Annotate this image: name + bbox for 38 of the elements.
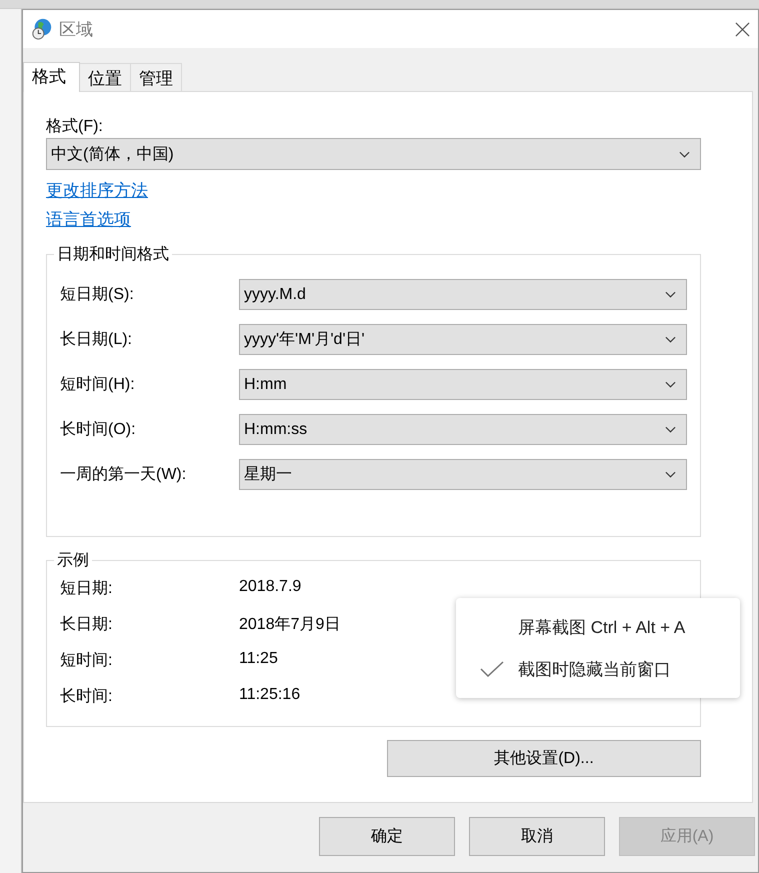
- dropdown[interactable]: H:mm:ss: [239, 414, 687, 445]
- chevron-down-icon: [679, 150, 690, 158]
- link[interactable]: 更改排序方法: [46, 179, 148, 202]
- label: 长日期(L):: [60, 330, 133, 350]
- chevron-down-icon: [665, 471, 676, 478]
- value: 11:25: [239, 650, 278, 669]
- chevron-down-icon: [665, 291, 676, 298]
- label: 长日期:: [60, 614, 114, 635]
- label: 长时间(O):: [60, 420, 137, 440]
- other-settings-button[interactable]: 其他设置(D)...: [387, 740, 701, 777]
- label: 一周的第一天(W):: [60, 465, 188, 485]
- dropdown[interactable]: 星期一: [239, 459, 687, 490]
- value: 2018.7.9: [239, 578, 302, 597]
- label: 短时间(H):: [60, 374, 136, 395]
- button[interactable]: 取消: [469, 817, 605, 856]
- window-title: 区域: [59, 18, 94, 40]
- value: 11:25:16: [239, 686, 300, 705]
- chevron-down-icon: [665, 336, 676, 343]
- close-icon[interactable]: [735, 22, 750, 36]
- label: 短日期(S):: [60, 285, 135, 305]
- link[interactable]: 语言首选项: [46, 208, 131, 231]
- tab[interactable]: 管理: [130, 63, 182, 91]
- tab[interactable]: 格式: [23, 62, 80, 92]
- dropdown[interactable]: yyyy.M.d: [239, 279, 687, 310]
- label: 格式(F):: [46, 116, 104, 137]
- menu-item[interactable]: 屏幕截图 Ctrl + Alt + A: [456, 606, 740, 648]
- dropdown[interactable]: yyyy'年'M'月'd'日': [239, 324, 687, 355]
- dropdown[interactable]: 中文(简体，中国): [46, 138, 701, 170]
- label: 长时间:: [60, 686, 114, 707]
- chevron-down-icon: [665, 381, 676, 388]
- button[interactable]: 确定: [319, 817, 455, 856]
- label: 短时间:: [60, 650, 114, 671]
- chevron-down-icon: [665, 426, 676, 433]
- globe-clock-icon: [31, 18, 53, 40]
- label: 短日期:: [60, 579, 114, 599]
- menu-item[interactable]: 截图时隐藏当前窗口: [456, 648, 740, 690]
- dropdown[interactable]: H:mm: [239, 369, 687, 400]
- value: 2018年7月9日: [239, 615, 340, 635]
